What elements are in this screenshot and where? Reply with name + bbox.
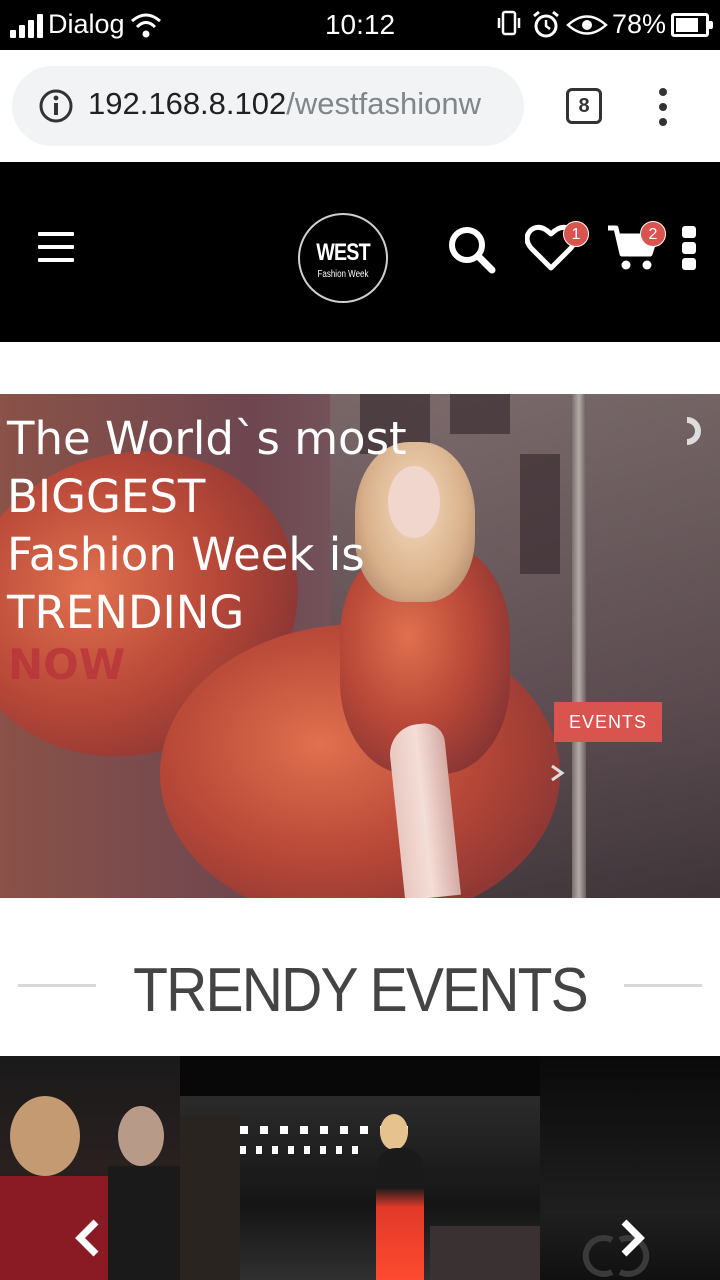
events-button[interactable]: EVENTS <box>554 702 662 742</box>
site-header: WEST Fashion Week 1 2 <box>0 162 720 342</box>
section-heading: TRENDY EVENTS <box>0 955 720 1035</box>
hero-title-line: Fashion Week is <box>7 528 365 581</box>
address-bar[interactable]: 192.168.8.102/westfashionw <box>12 66 524 146</box>
url-path: /westfashionw <box>286 86 481 121</box>
hero-pole <box>572 394 586 898</box>
card-figure <box>118 1106 164 1166</box>
card-figure <box>10 1096 80 1176</box>
events-carousel[interactable] <box>0 1056 720 1280</box>
eye-icon <box>566 15 608 35</box>
url-text[interactable]: 192.168.8.102/westfashionw <box>88 86 481 122</box>
cart-count-badge: 2 <box>640 221 666 247</box>
chevron-right-icon[interactable] <box>616 1218 648 1258</box>
card-figure <box>108 1166 180 1280</box>
chevron-right-icon[interactable] <box>548 762 570 784</box>
hero-title: The World`s most BIGGEST Fashion Week is… <box>7 410 427 642</box>
more-icon[interactable] <box>682 226 696 270</box>
hero-slider[interactable]: The World`s most BIGGEST Fashion Week is… <box>0 394 720 898</box>
menu-icon[interactable] <box>655 88 671 126</box>
search-icon[interactable] <box>446 224 498 276</box>
hero-title-line: TRENDING <box>7 586 245 639</box>
section-title: TRENDY EVENTS <box>133 956 588 1025</box>
browser-toolbar: 192.168.8.102/westfashionw 8 <box>0 50 720 162</box>
info-icon[interactable] <box>38 88 74 124</box>
hero-window <box>520 454 560 574</box>
loading-spinner-icon <box>686 417 701 445</box>
section-divider-right <box>624 984 702 987</box>
stage-lights <box>240 1146 360 1154</box>
event-card-image[interactable] <box>180 1056 540 1280</box>
battery-icon <box>671 13 713 37</box>
url-host: 192.168.8.102 <box>88 86 287 121</box>
hero-title-line: BIGGEST <box>7 470 206 523</box>
runway-model <box>380 1114 408 1150</box>
logo-main-text: WEST <box>316 239 370 266</box>
status-bar: Dialog 10:12 78% <box>0 0 720 50</box>
battery-percent: 78% <box>612 9 667 39</box>
hero-window <box>450 394 510 434</box>
chevron-left-icon[interactable] <box>72 1218 104 1258</box>
hero-accent-word: NOW <box>8 640 126 689</box>
site-logo[interactable]: WEST Fashion Week <box>298 213 388 303</box>
vibrate-icon <box>497 10 521 36</box>
audience <box>430 1226 540 1280</box>
hero-title-line: The World`s most <box>7 412 407 465</box>
logo-sub-text: Fashion Week <box>317 269 369 280</box>
hamburger-icon[interactable] <box>38 232 76 264</box>
audience-figure <box>180 1116 240 1280</box>
alarm-icon <box>533 10 559 38</box>
runway-model-dress <box>376 1148 424 1280</box>
wishlist-count-badge: 1 <box>563 221 589 247</box>
tabs-button[interactable]: 8 <box>566 88 602 124</box>
